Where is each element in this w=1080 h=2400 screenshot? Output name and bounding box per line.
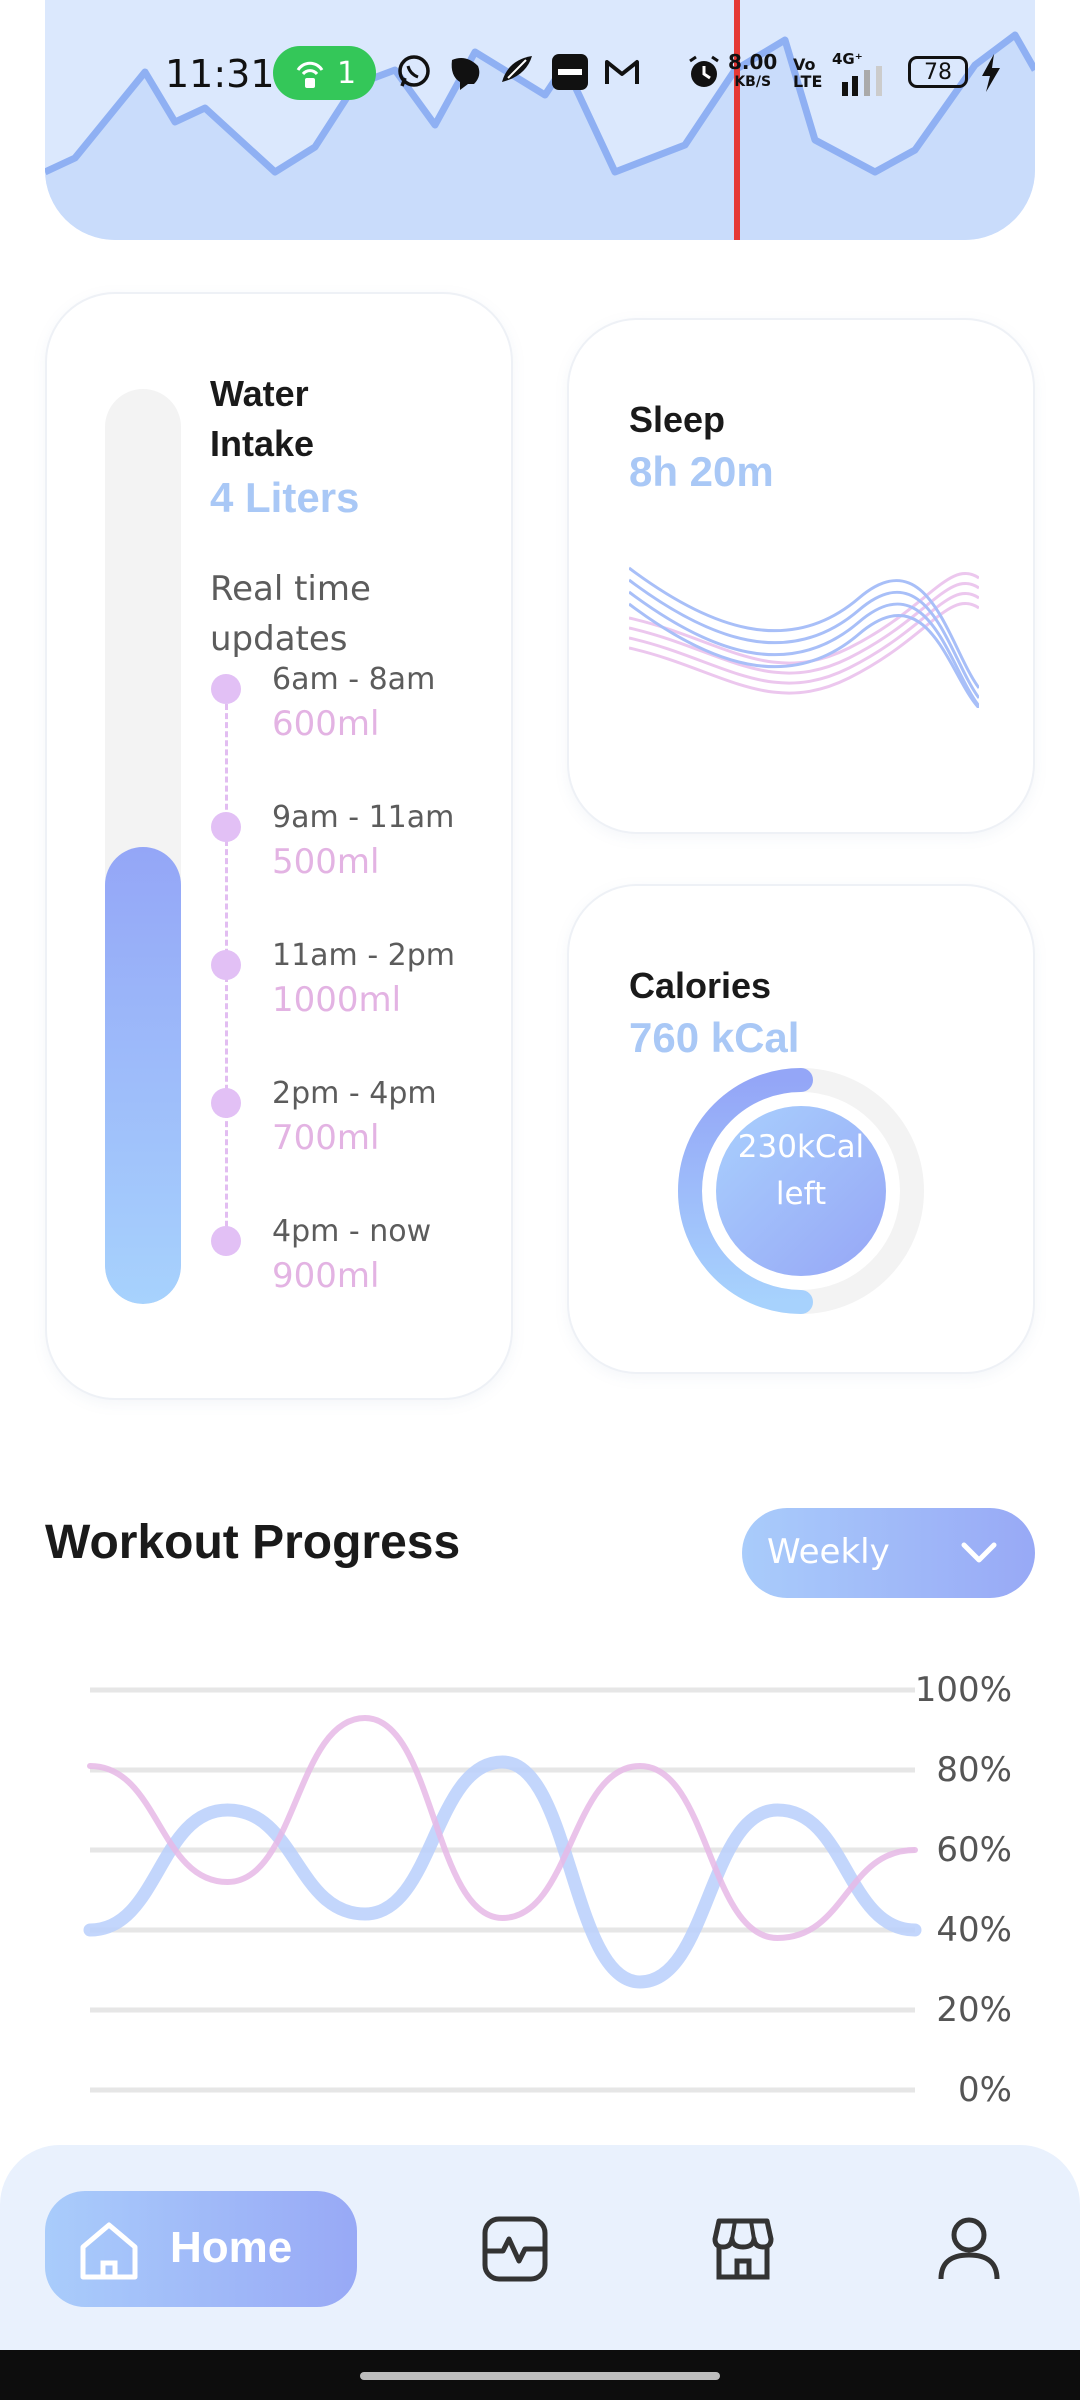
period-dropdown[interactable]: Weekly [742,1508,1035,1598]
alarm-icon [689,55,719,87]
timeline-dot [211,812,241,842]
y-tick-label: 80% [936,1750,1012,1790]
hotspot-icon [296,61,324,88]
bottom-navigation: Home [0,2145,1080,2350]
timeline-time: 4pm - now [272,1214,432,1249]
timeline-dot [211,1088,241,1118]
nav-home-label: Home [170,2223,293,2272]
series-line-1 [83,1755,922,1989]
whatsapp-icon [398,55,430,87]
calories-value: 760 kCal [629,1014,800,1061]
workout-progress-title: Workout Progress [45,1516,461,1569]
y-tick-label: 0% [958,2070,1012,2110]
timeline-amount: 1000ml [272,980,402,1020]
y-tick-label: 40% [936,1910,1012,1950]
timeline-dot [211,1226,241,1256]
nav-home-button[interactable]: Home [45,2191,357,2307]
home-icon [80,2222,138,2280]
water-level-track [105,389,181,1304]
feather-app-icon [502,56,532,82]
timeline-amount: 700ml [272,1118,380,1158]
timeline-dot [211,674,241,704]
status-time: 11:31 [165,52,275,96]
series-line-2 [87,1714,918,1942]
y-tick-label: 100% [915,1670,1012,1710]
timeline-amount: 600ml [272,704,380,744]
gmail-icon [605,60,639,84]
calories-title: Calories [629,965,772,1006]
store-icon[interactable] [709,2215,777,2283]
sleep-value: 8h 20m [629,448,774,495]
timeline-time: 2pm - 4pm [272,1076,437,1111]
charging-icon [982,54,1000,92]
water-value: 4 Liters [210,474,360,521]
signal-icon [842,66,882,96]
battery-indicator: 78 [908,56,968,88]
water-level-fill [105,846,181,1304]
realtime-label: Real time updates [210,569,371,659]
water-title: Water Intake [210,373,315,464]
hotspot-count: 1 [336,55,357,91]
timeline-time: 9am - 11am [272,800,455,835]
activity-icon[interactable] [481,2215,549,2283]
hotspot-pill: 1 [273,46,376,100]
paytm-icon [552,54,588,90]
y-tick-label: 20% [936,1990,1012,2030]
system-navigation-bar [0,2350,1080,2400]
net-speed: 8.00 KB/S [728,50,778,90]
status-bar: 11:31 1 8.00 KB/S Vo LTE 4G⁺ 78 [0,38,1080,108]
current-time-marker [734,0,740,240]
timeline-time: 6am - 8am [272,662,436,697]
water-intake-card[interactable]: Water Intake 4 Liters Real time updates … [45,292,513,1400]
home-gesture-handle[interactable] [360,2372,720,2380]
timeline-time: 11am - 2pm [272,938,456,973]
period-dropdown-label: Weekly [767,1532,890,1572]
calories-left: 230kCal left [737,1129,865,1212]
volte-indicator: Vo LTE [793,55,823,91]
timeline-amount: 500ml [272,842,380,882]
chat-app-icon [451,58,480,90]
calories-card[interactable]: Calories 760 kCal 230kCal left [567,884,1035,1374]
timeline-amount: 900ml [272,1256,380,1296]
sleep-card[interactable]: Sleep 8h 20m [567,318,1035,834]
workout-line-chart: 100% 80% 60% 40% 20% 0% [83,1670,1012,2110]
y-tick-label: 60% [936,1830,1012,1870]
sleep-title: Sleep [629,399,726,440]
sleep-wave-graphic [629,566,979,708]
chevron-down-icon [961,1542,997,1563]
profile-icon[interactable] [935,2215,1003,2283]
activity-wave-chart [45,0,1035,240]
timeline-dot [211,950,241,980]
